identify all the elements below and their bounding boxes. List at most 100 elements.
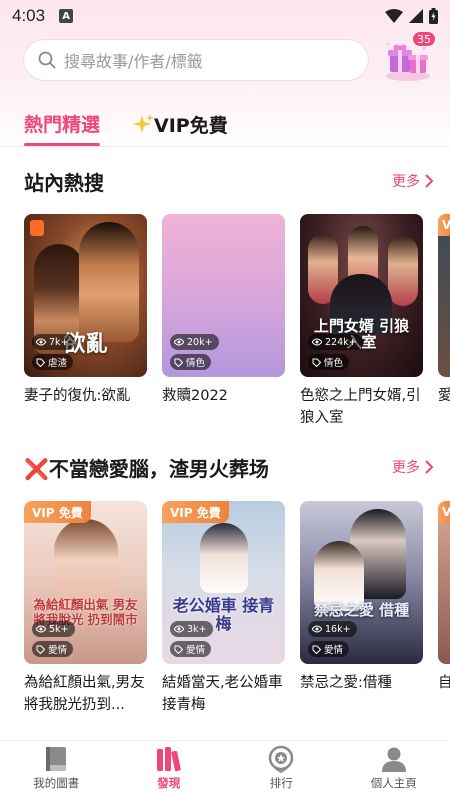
book-cover: VIP 免費 為給紅顏出氣 男友將我脫光 扔到鬧市 5k+ 愛情 <box>24 501 147 664</box>
eye-icon <box>312 625 322 633</box>
gift-count-badge: 35 <box>412 31 436 47</box>
nav-label: 個人主頁 <box>370 776 417 790</box>
tag-badge: 愛情 <box>170 641 212 657</box>
tag-label: 情色 <box>186 358 206 369</box>
discover-books-icon <box>156 747 181 772</box>
book-row-hot-search: 欲亂 7k+ 虐渣 妻子的復仇:欲亂 20k+ 情色 救贖2022 上門女婿 引… <box>24 214 450 434</box>
book-title: 妻子的復仇:欲亂 <box>24 388 131 404</box>
views-badge: 3k+ <box>170 621 213 637</box>
views-badge: 16k+ <box>308 621 357 637</box>
status-bar: 4:03 A <box>0 0 450 32</box>
book-card[interactable]: V 愛 <box>438 214 450 429</box>
search-icon <box>38 51 56 69</box>
book-cover: V <box>438 214 450 377</box>
tag-label: 愛情 <box>324 645 344 656</box>
book-cover: 欲亂 7k+ 虐渣 <box>24 214 147 377</box>
book-card[interactable]: 禁忌之愛 借種 16k+ 愛情 禁忌之愛:借種 <box>300 501 423 716</box>
tag-icon <box>312 645 321 654</box>
more-label: 更多 <box>392 174 420 190</box>
cover-figure <box>200 523 248 593</box>
tag-icon <box>312 358 321 367</box>
more-link[interactable]: 更多 <box>392 171 434 191</box>
tag-label: 愛情 <box>186 645 206 656</box>
tag-badge: 情色 <box>170 354 212 370</box>
book-card[interactable]: VIP 免費 老公婚車 接青梅 3k+ 愛情 結婚當天,老公婚車接青梅 <box>162 501 285 716</box>
search-input[interactable]: 搜尋故事/作者/標籤 <box>24 40 368 80</box>
wifi-icon <box>385 9 403 23</box>
eye-icon <box>174 338 184 346</box>
book-title: 結婚當天,老公婚車接青梅 <box>162 675 283 713</box>
notification-icon: A <box>59 9 74 23</box>
vip-badge: VIP 免費 <box>24 501 91 523</box>
profile-icon <box>381 747 406 772</box>
cover-title-art: 禁忌之愛 借種 <box>313 601 410 619</box>
book-card[interactable]: VIP 免費 為給紅顏出氣 男友將我脫光 扔到鬧市 5k+ 愛情 為給紅顏出氣,… <box>24 501 147 716</box>
eye-icon <box>174 625 184 633</box>
chevron-right-icon <box>425 174 434 188</box>
book-title: 愛 <box>438 388 450 404</box>
more-link[interactable]: 更多 <box>392 457 434 477</box>
views-badge: 7k+ <box>32 334 75 350</box>
section-title: 站內熱搜 <box>24 170 104 195</box>
section-header-scumbag: ❌不當戀愛腦，渣男火葬场 更多 <box>24 452 434 482</box>
book-title: 為給紅顏出氣,男友將我脫光扔到... <box>24 675 145 713</box>
more-label: 更多 <box>392 460 420 476</box>
nav-my-library[interactable]: 我的圖書 <box>0 741 113 800</box>
book-cover: 禁忌之愛 借種 16k+ 愛情 <box>300 501 423 664</box>
tab-vip-free[interactable]: VIP免費 <box>132 110 228 138</box>
book-cover: VIP 免費 老公婚車 接青梅 3k+ 愛情 <box>162 501 285 664</box>
views-count: 16k+ <box>325 623 351 635</box>
eye-icon <box>36 338 46 346</box>
book-title: 救贖2022 <box>162 388 228 404</box>
book-card[interactable]: 欲亂 7k+ 虐渣 妻子的復仇:欲亂 <box>24 214 147 429</box>
tag-label: 虐渣 <box>48 358 68 369</box>
book-title: 禁忌之愛:借種 <box>300 675 392 691</box>
tab-vip-free-label: VIP免費 <box>154 114 228 137</box>
fire-icon <box>30 220 44 236</box>
views-count: 7k+ <box>49 336 69 348</box>
chevron-right-icon <box>425 460 434 474</box>
book-cover: 20k+ 情色 <box>162 214 285 377</box>
nav-label: 排行 <box>269 776 293 790</box>
tag-icon <box>174 645 183 654</box>
nav-ranking[interactable]: 排行 <box>225 741 338 800</box>
book-card[interactable]: 20k+ 情色 救贖2022 <box>162 214 285 429</box>
views-count: 20k+ <box>187 336 213 348</box>
nav-profile[interactable]: 個人主頁 <box>338 741 450 800</box>
views-badge: 224k+ <box>308 334 363 350</box>
tag-icon <box>36 645 45 654</box>
views-count: 5k+ <box>49 623 69 635</box>
nav-label: 發現 <box>157 776 181 790</box>
tag-label: 愛情 <box>48 645 68 656</box>
cover-figure <box>79 222 139 342</box>
vip-badge: VIP 免費 <box>162 501 229 523</box>
battery-icon <box>429 8 438 24</box>
book-cover: 上門女婿 引狼入室 224k+ 情色 <box>300 214 423 377</box>
book-card[interactable]: V 自 <box>438 501 450 716</box>
section-title: ❌不當戀愛腦，渣男火葬场 <box>24 456 269 481</box>
book-icon <box>46 747 67 771</box>
nav-discover[interactable]: 發現 <box>113 741 226 800</box>
tab-hot-picks[interactable]: 熱門精選 <box>24 110 101 146</box>
vip-badge: V <box>438 501 450 523</box>
book-title: 色慾之上門女婿,引狼入室 <box>300 388 421 426</box>
cover-figure <box>54 519 118 609</box>
tag-icon <box>174 358 183 367</box>
book-title: 自 <box>438 675 450 691</box>
search-placeholder: 搜尋故事/作者/標籤 <box>64 52 203 71</box>
cover-figure <box>388 236 418 306</box>
eye-icon <box>36 625 46 633</box>
book-card[interactable]: 上門女婿 引狼入室 224k+ 情色 色慾之上門女婿,引狼入室 <box>300 214 423 429</box>
sparkle-icon <box>133 114 155 133</box>
signal-icon <box>409 9 423 23</box>
nav-label: 我的圖書 <box>33 776 80 790</box>
views-badge: 20k+ <box>170 334 219 350</box>
views-count: 3k+ <box>187 623 207 635</box>
status-time: 4:03 <box>12 6 46 25</box>
views-badge: 5k+ <box>32 621 75 637</box>
ranking-medal-icon <box>269 745 294 773</box>
tag-icon <box>36 358 45 367</box>
section-header-hot-search: 站內熱搜 更多 <box>24 166 434 196</box>
bottom-navigation: 我的圖書 發現 排行 個人主頁 <box>0 740 450 800</box>
tag-label: 情色 <box>324 358 344 369</box>
